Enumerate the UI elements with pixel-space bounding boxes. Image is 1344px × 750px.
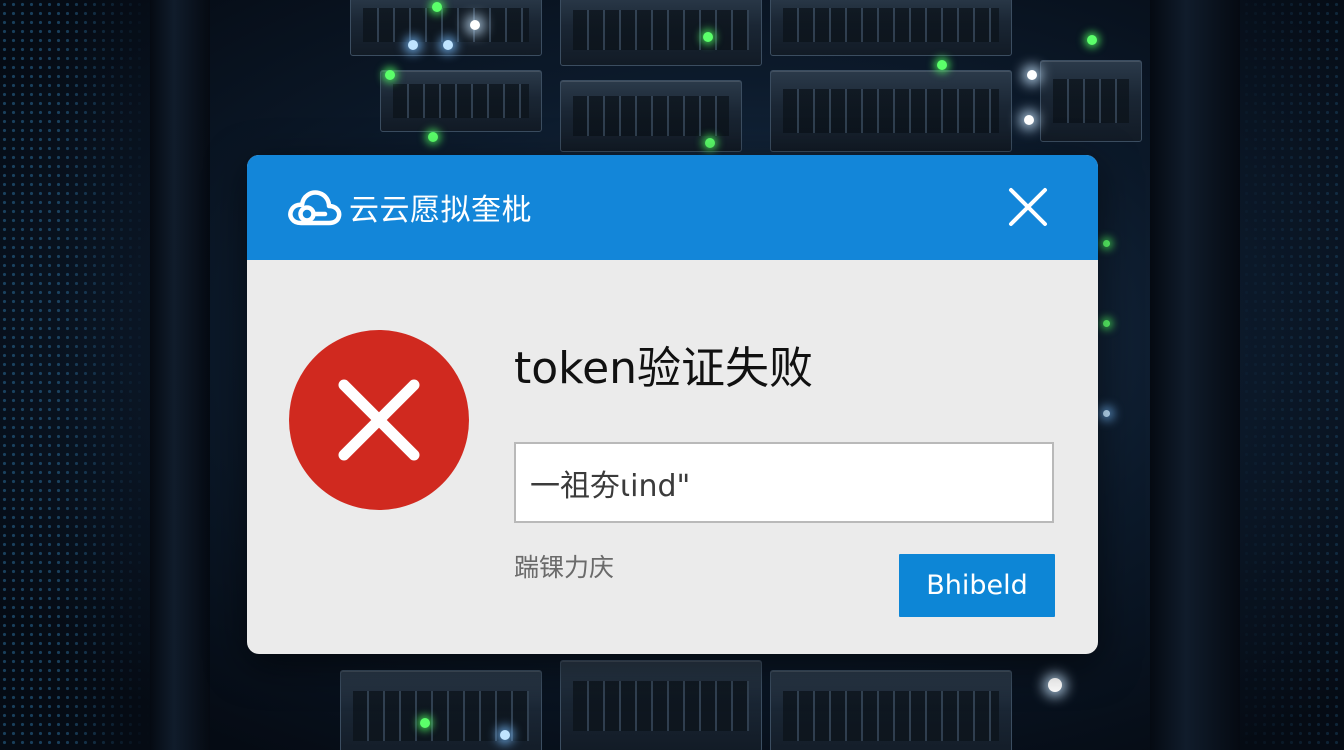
server-unit bbox=[560, 660, 762, 750]
close-icon bbox=[1009, 188, 1047, 226]
status-led bbox=[443, 40, 453, 50]
close-button[interactable] bbox=[1006, 185, 1050, 229]
status-led bbox=[385, 70, 395, 80]
rack-mesh-panel-left bbox=[0, 0, 150, 750]
status-led bbox=[1027, 70, 1037, 80]
rack-post bbox=[1150, 0, 1240, 750]
server-unit bbox=[770, 670, 1012, 750]
token-error-dialog: 云云愿拟奎枇 token验证失败 踹锞力庆 Bhibeld bbox=[247, 155, 1098, 654]
status-led bbox=[705, 138, 715, 148]
server-unit bbox=[340, 670, 542, 750]
hint-text: 踹锞力庆 bbox=[514, 553, 615, 582]
rack-mesh-panel-right bbox=[1224, 0, 1344, 750]
dialog-titlebar: 云云愿拟奎枇 bbox=[247, 155, 1098, 260]
status-led bbox=[1103, 320, 1110, 327]
confirm-button[interactable]: Bhibeld bbox=[899, 554, 1055, 617]
status-led bbox=[1048, 678, 1062, 692]
server-unit bbox=[380, 70, 542, 132]
error-message-title: token验证失败 bbox=[514, 343, 814, 394]
server-unit bbox=[770, 70, 1012, 152]
status-led bbox=[470, 20, 480, 30]
app-brand: 云云愿拟奎枇 bbox=[287, 185, 532, 229]
status-led bbox=[420, 718, 430, 728]
token-input[interactable] bbox=[514, 442, 1054, 523]
server-unit bbox=[1040, 60, 1142, 142]
status-led bbox=[432, 2, 442, 12]
server-unit bbox=[560, 0, 762, 66]
status-led bbox=[1087, 35, 1097, 45]
status-led bbox=[1103, 410, 1110, 417]
status-led bbox=[1103, 240, 1110, 247]
rack-post bbox=[150, 0, 210, 750]
status-led bbox=[937, 60, 947, 70]
status-led bbox=[408, 40, 418, 50]
error-x-icon bbox=[289, 330, 469, 510]
status-led bbox=[500, 730, 510, 740]
status-led bbox=[1024, 115, 1034, 125]
app-name: 云云愿拟奎枇 bbox=[349, 193, 532, 228]
status-led bbox=[703, 32, 713, 42]
status-led bbox=[428, 132, 438, 142]
cloud-icon bbox=[287, 185, 343, 229]
server-unit bbox=[770, 0, 1012, 56]
